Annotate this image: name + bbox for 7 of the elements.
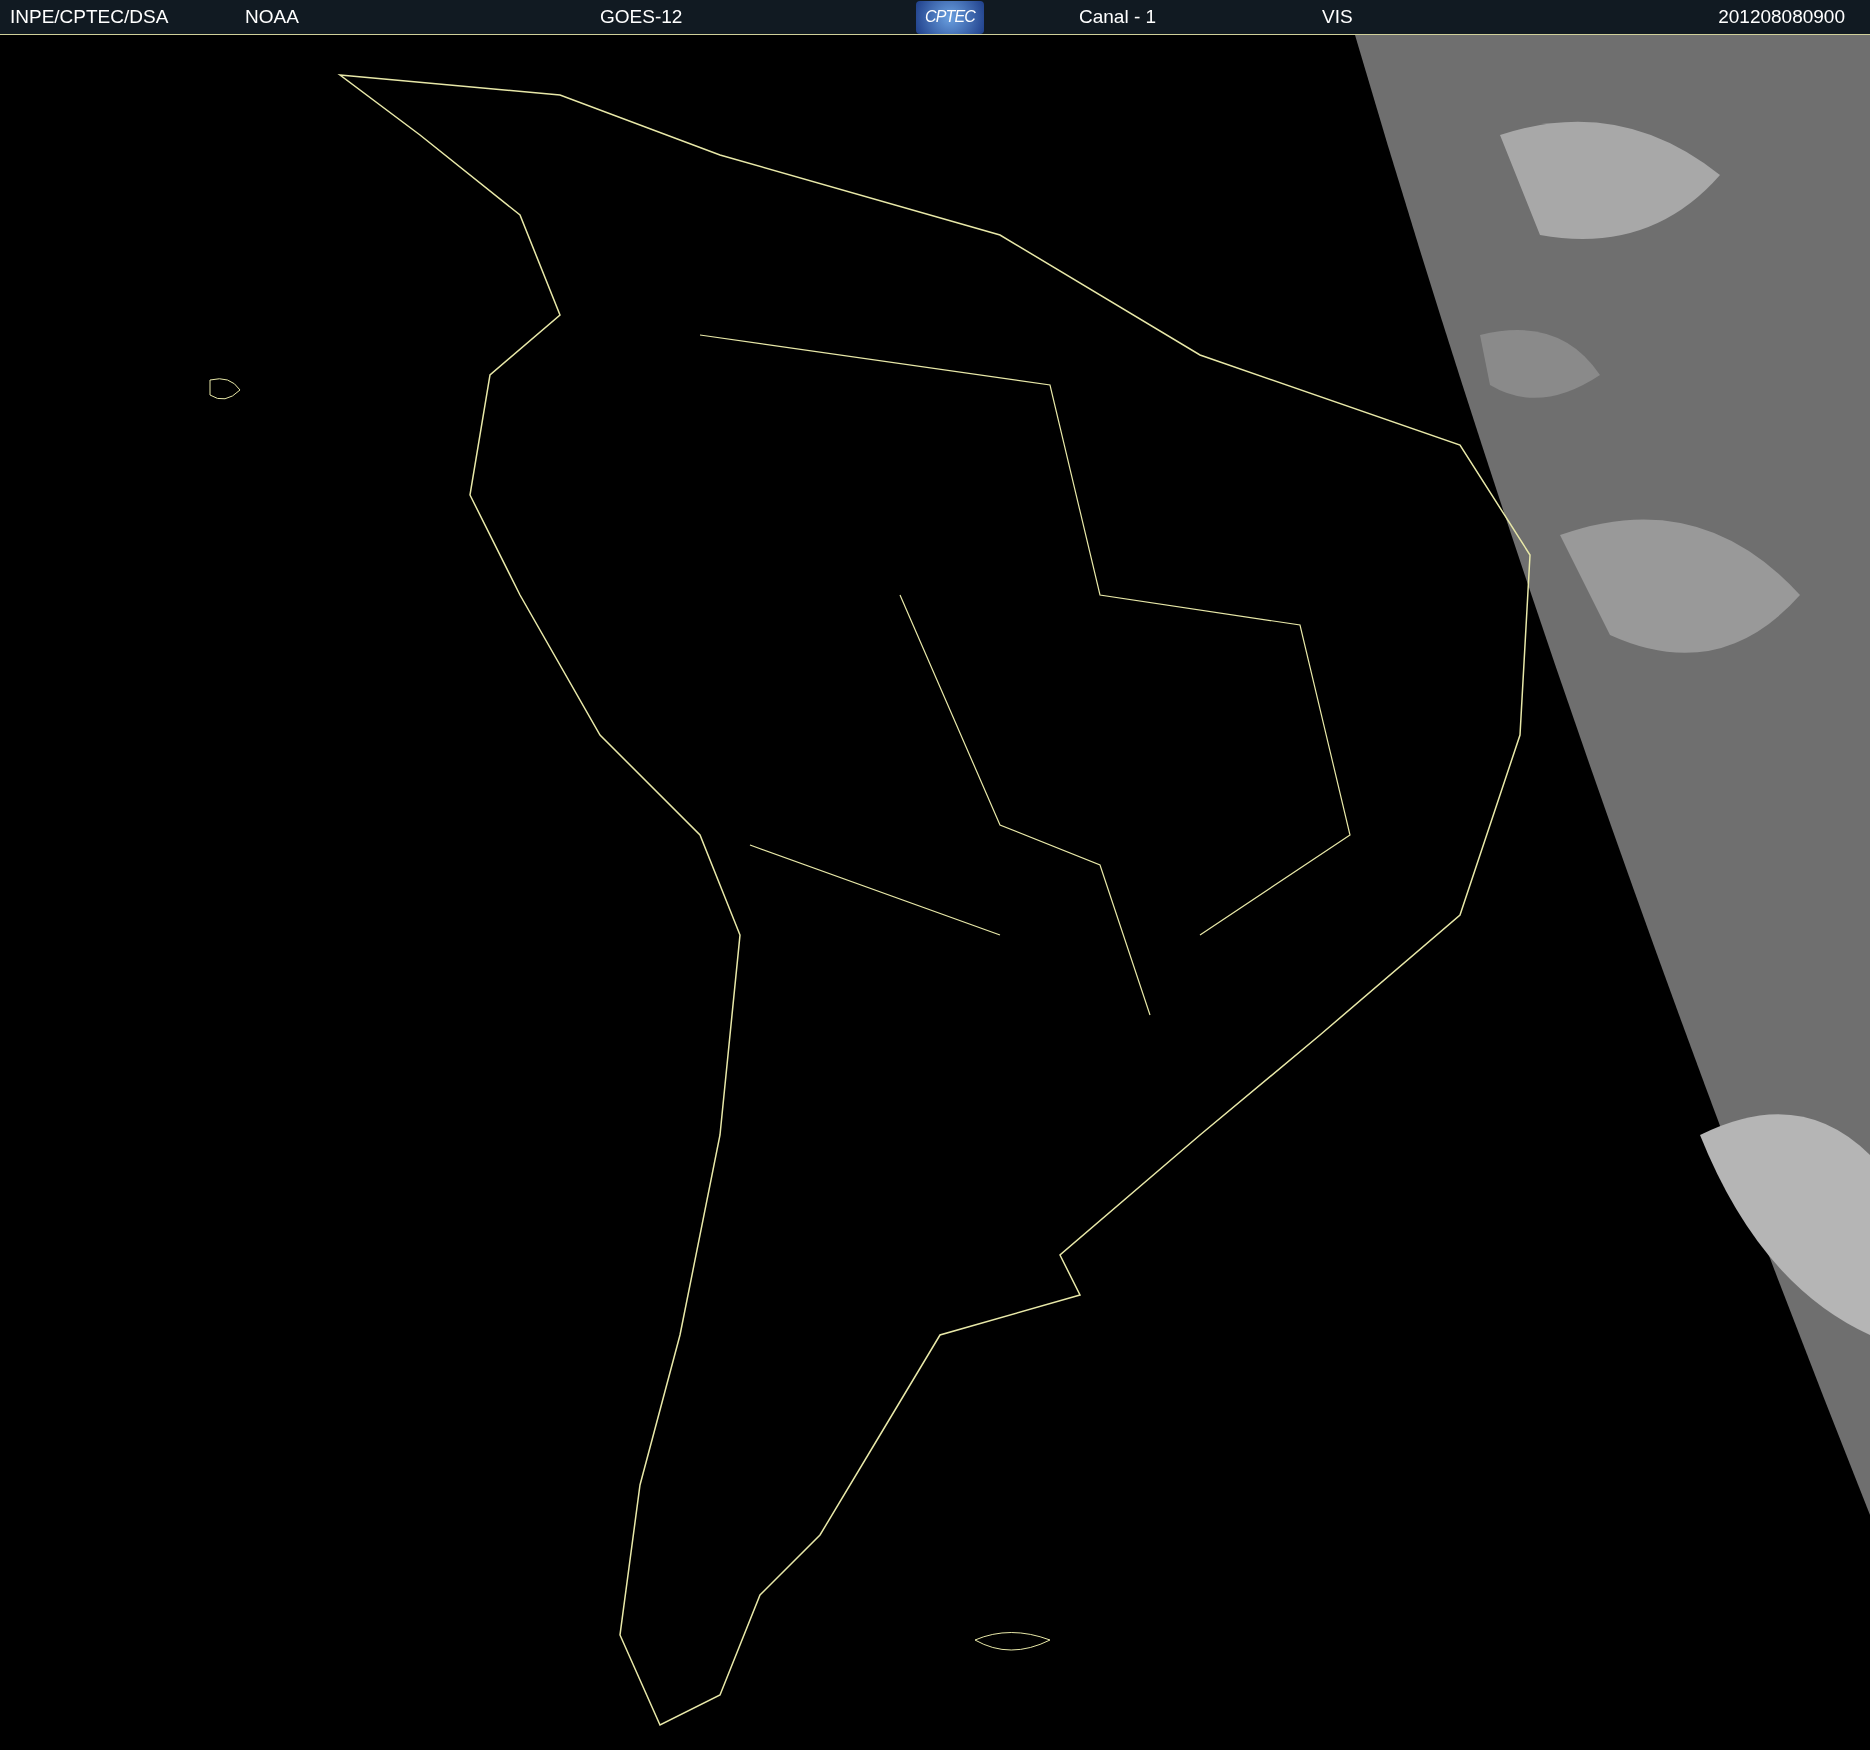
satellite-label: GOES-12 [600, 4, 684, 29]
agency-label: INPE/CPTEC/DSA [10, 4, 170, 29]
logo: CPTEC [916, 0, 984, 34]
band-label: VIS [1322, 4, 1353, 29]
channel-label: Canal - 1 [1079, 4, 1158, 29]
timestamp-label: 201208080900 [1718, 4, 1845, 29]
source-label: NOAA [245, 4, 300, 29]
